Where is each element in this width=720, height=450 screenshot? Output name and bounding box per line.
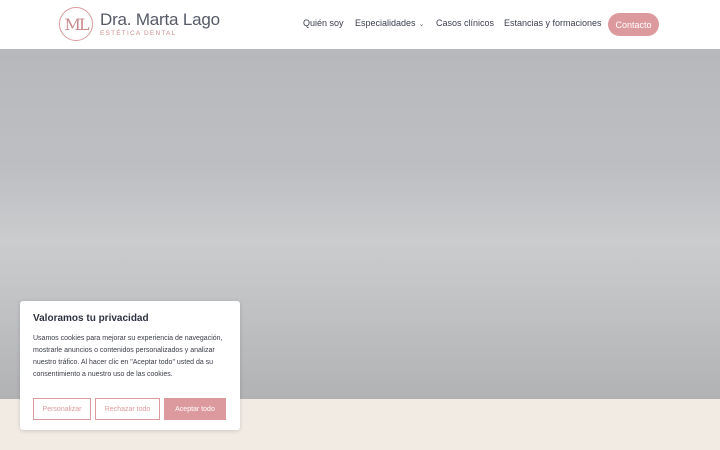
nav-estancias-formaciones[interactable]: Estancias y formaciones xyxy=(504,18,602,28)
nav-casos-clinicos[interactable]: Casos clínicos xyxy=(436,18,494,28)
site-logo[interactable]: ML Dra. Marta Lago ESTÉTICA DENTAL xyxy=(59,7,220,41)
cookie-button-group: Personalizar Rechazar todo Aceptar todo xyxy=(33,398,226,420)
logo-monogram: ML xyxy=(59,7,93,41)
logo-name: Dra. Marta Lago xyxy=(100,10,220,29)
nav-especialidades[interactable]: Especialidades ⌄ xyxy=(355,18,424,28)
cookie-description: Usamos cookies para mejorar su experienc… xyxy=(33,335,223,378)
nav-quien-soy[interactable]: Quién soy xyxy=(303,18,344,28)
site-header: ML Dra. Marta Lago ESTÉTICA DENTAL Quién… xyxy=(0,0,720,49)
contact-button[interactable]: Contacto xyxy=(608,13,659,36)
accept-all-button[interactable]: Aceptar todo xyxy=(164,398,226,420)
customize-button[interactable]: Personalizar xyxy=(33,398,91,420)
logo-text: Dra. Marta Lago ESTÉTICA DENTAL xyxy=(100,10,220,38)
chevron-down-icon: ⌄ xyxy=(418,21,425,28)
nav-especialidades-label: Especialidades xyxy=(355,18,416,28)
reject-all-button[interactable]: Rechazar todo xyxy=(95,398,160,420)
cookie-title: Valoramos tu privacidad xyxy=(33,313,149,324)
logo-subtitle: ESTÉTICA DENTAL xyxy=(100,30,177,37)
cookie-consent-banner: Valoramos tu privacidad Usamos cookies p… xyxy=(20,301,240,430)
